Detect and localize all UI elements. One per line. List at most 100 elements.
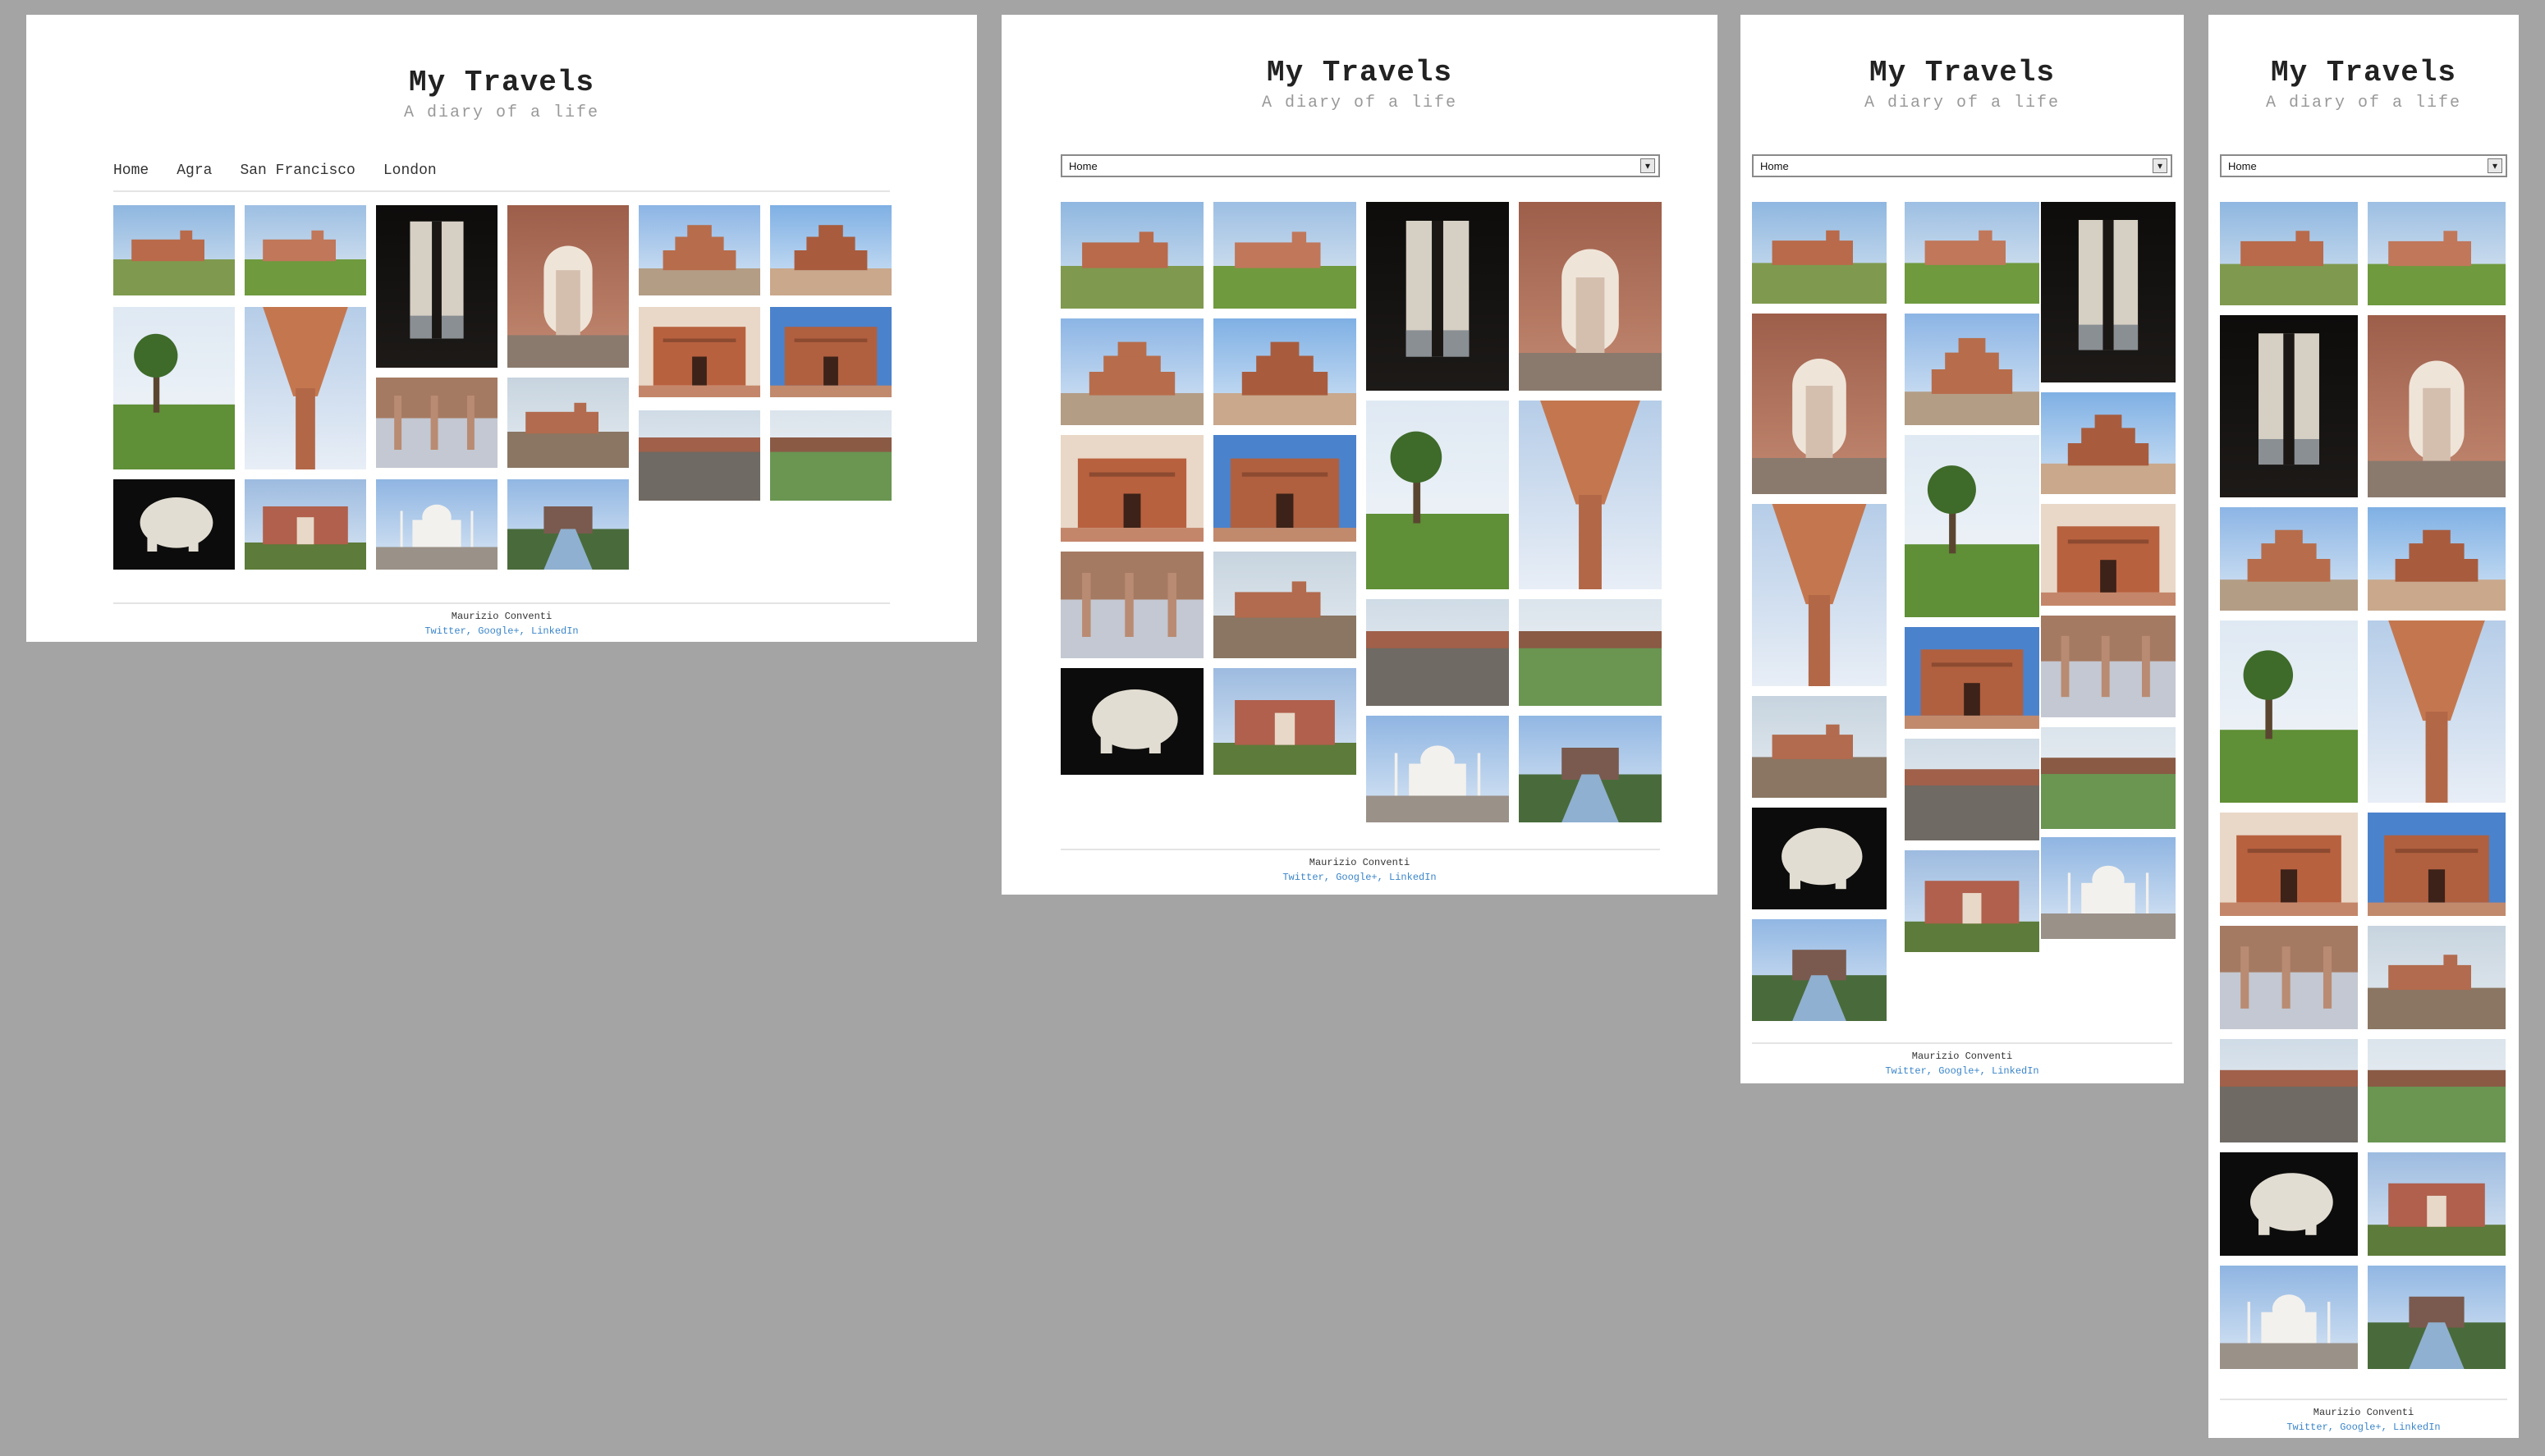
site-title: My Travels (1266, 56, 1453, 89)
taj-mahal-photo[interactable] (2041, 837, 2176, 939)
google-plus-link[interactable]: Google+ (1938, 1065, 1979, 1077)
red-sandstone-arch-corridor-photo[interactable] (1752, 314, 1887, 494)
tree-lawn-photo[interactable] (113, 307, 235, 469)
taj-mahal-photo[interactable] (2220, 1266, 2358, 1369)
blue-sky-facade-photo[interactable] (1905, 627, 2039, 729)
garden-pond-photo[interactable] (2041, 727, 2176, 829)
carved-pillar-photo[interactable] (1519, 401, 1662, 589)
colonnade-hall-photo[interactable] (2220, 926, 2358, 1029)
google-plus-link[interactable]: Google+ (1336, 872, 1377, 883)
reflecting-pool-photo[interactable] (2368, 1266, 2506, 1369)
palace-courtyard-photo[interactable] (1061, 202, 1204, 309)
reflecting-pool-photo[interactable] (1752, 919, 1887, 1021)
tree-lawn-photo[interactable] (1366, 401, 1509, 589)
courtyard-long-photo[interactable] (1366, 599, 1509, 706)
colonnade-hall-photo[interactable] (2041, 616, 2176, 717)
courtyard-ruins-photo[interactable] (1213, 552, 1356, 658)
red-sandstone-arch-corridor-photo[interactable] (507, 205, 629, 368)
nav-item-san-francisco[interactable]: San Francisco (240, 163, 355, 179)
red-facade-photo[interactable] (1061, 435, 1204, 542)
palace-courtyard-photo[interactable] (1752, 202, 1887, 304)
red-facade-photo[interactable] (2041, 504, 2176, 606)
pavilion-photo[interactable] (2220, 507, 2358, 611)
carved-elephant-photo[interactable] (1061, 668, 1204, 775)
red-gate-photo[interactable] (2368, 1152, 2506, 1256)
carved-elephant-photo[interactable] (113, 479, 235, 570)
twitter-link[interactable]: Twitter (1885, 1065, 1926, 1077)
linkedin-link[interactable]: LinkedIn (2393, 1422, 2441, 1433)
five-story-palace-photo[interactable] (2041, 392, 2176, 494)
dark-arch-window-photo[interactable] (2041, 202, 2176, 382)
garden-pond-photo[interactable] (2368, 1039, 2506, 1142)
carved-elephant-photo[interactable] (2220, 1152, 2358, 1256)
tree-lawn-photo[interactable] (1905, 435, 2039, 617)
reflecting-pool-photo[interactable] (1519, 716, 1662, 822)
nav-select[interactable]: Home ▾ (1061, 154, 1660, 177)
dark-arch-window-photo[interactable] (376, 205, 498, 368)
blue-sky-facade-photo[interactable] (2368, 813, 2506, 916)
carved-pillar-photo[interactable] (245, 307, 366, 469)
palace-courtyard-photo[interactable] (2220, 202, 2358, 305)
palace-courtyard-photo[interactable] (113, 205, 235, 295)
pavilion-photo[interactable] (1061, 318, 1204, 425)
pavilion-photo[interactable] (1905, 314, 2039, 425)
nav-divider (113, 190, 890, 192)
footer-links: Twitter, Google+, LinkedIn (424, 625, 579, 637)
linkedin-link[interactable]: LinkedIn (1992, 1065, 2039, 1077)
carved-pillar-photo[interactable] (1752, 504, 1887, 686)
linkedin-link[interactable]: LinkedIn (531, 625, 579, 637)
carved-pillar-photo[interactable] (2368, 620, 2506, 803)
nav-select-value: Home (2228, 159, 2257, 172)
nav-select-value: Home (1069, 159, 1098, 172)
courtyard-long-photo[interactable] (639, 410, 760, 501)
red-gate-photo[interactable] (245, 479, 366, 570)
nav-item-home[interactable]: Home (113, 163, 149, 179)
palace-lawn-photo[interactable] (1905, 202, 2039, 304)
dark-arch-window-photo[interactable] (2220, 315, 2358, 497)
tree-lawn-photo[interactable] (2220, 620, 2358, 803)
courtyard-long-photo[interactable] (1905, 739, 2039, 840)
footer-links: Twitter, Google+, LinkedIn (2286, 1422, 2441, 1433)
footer-author: Maurizio Conventi (451, 611, 553, 622)
twitter-link[interactable]: Twitter (1282, 872, 1323, 883)
garden-pond-photo[interactable] (1519, 599, 1662, 706)
google-plus-link[interactable]: Google+ (2340, 1422, 2381, 1433)
palace-lawn-photo[interactable] (2368, 202, 2506, 305)
garden-pond-photo[interactable] (770, 410, 892, 501)
courtyard-long-photo[interactable] (2220, 1039, 2358, 1142)
taj-mahal-photo[interactable] (376, 479, 498, 570)
carved-elephant-photo[interactable] (1752, 808, 1887, 909)
nav-select[interactable]: Home ▾ (2220, 154, 2507, 177)
five-story-palace-photo[interactable] (1213, 318, 1356, 425)
reflecting-pool-photo[interactable] (507, 479, 629, 570)
nav-select[interactable]: Home ▾ (1752, 154, 2172, 177)
blue-sky-facade-photo[interactable] (770, 307, 892, 397)
blue-sky-facade-photo[interactable] (1213, 435, 1356, 542)
red-facade-photo[interactable] (639, 307, 760, 397)
red-gate-photo[interactable] (1213, 668, 1356, 775)
five-story-palace-photo[interactable] (2368, 507, 2506, 611)
red-gate-photo[interactable] (1905, 850, 2039, 952)
nav-item-agra[interactable]: Agra (177, 163, 212, 179)
courtyard-ruins-photo[interactable] (2368, 926, 2506, 1029)
linkedin-link[interactable]: LinkedIn (1389, 872, 1437, 883)
colonnade-hall-photo[interactable] (376, 378, 498, 468)
courtyard-ruins-photo[interactable] (507, 378, 629, 468)
red-sandstone-arch-corridor-photo[interactable] (1519, 202, 1662, 391)
twitter-link[interactable]: Twitter (2286, 1422, 2327, 1433)
palace-lawn-photo[interactable] (1213, 202, 1356, 309)
colonnade-hall-photo[interactable] (1061, 552, 1204, 658)
footer-divider (2220, 1399, 2507, 1400)
desktop-preview: My Travels A diary of a life Home Agra S… (26, 15, 977, 642)
red-facade-photo[interactable] (2220, 813, 2358, 916)
taj-mahal-photo[interactable] (1366, 716, 1509, 822)
courtyard-ruins-photo[interactable] (1752, 696, 1887, 798)
dark-arch-window-photo[interactable] (1366, 202, 1509, 391)
nav-item-london[interactable]: London (383, 163, 437, 179)
google-plus-link[interactable]: Google+ (478, 625, 519, 637)
red-sandstone-arch-corridor-photo[interactable] (2368, 315, 2506, 497)
palace-lawn-photo[interactable] (245, 205, 366, 295)
five-story-palace-photo[interactable] (770, 205, 892, 295)
twitter-link[interactable]: Twitter (424, 625, 465, 637)
pavilion-photo[interactable] (639, 205, 760, 295)
